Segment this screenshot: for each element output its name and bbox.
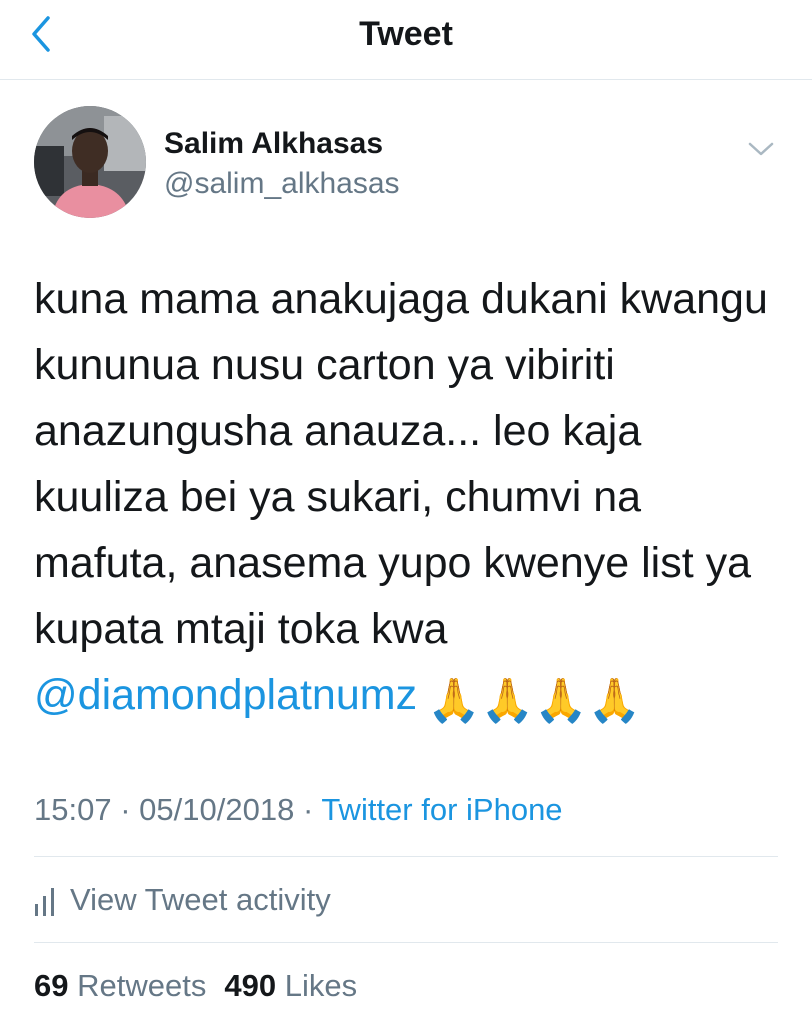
tweet-source-link[interactable]: Twitter for iPhone xyxy=(321,792,562,827)
avatar[interactable] xyxy=(34,106,146,218)
tweet-line: kupata mtaji toka kwa xyxy=(34,605,448,653)
tweet-meta: 15:07 · 05/10/2018 · Twitter for iPhone xyxy=(34,790,563,830)
tweet-line: kuna mama anakujaga dukani kwangu xyxy=(34,275,768,323)
page-title: Tweet xyxy=(359,15,453,53)
retweets-count: 69 xyxy=(34,968,69,1003)
divider xyxy=(34,856,778,857)
author-display-name[interactable]: Salim Alkhasas xyxy=(164,126,383,162)
tweet-line: kununua nusu carton ya vibiriti xyxy=(34,341,615,389)
bar-chart-icon xyxy=(35,888,54,916)
tweet-stats: 69 Retweets 490 Likes xyxy=(34,966,357,1006)
tweet-line: anazungusha anauza... leo kaja xyxy=(34,407,642,455)
likes-stat[interactable]: 490 Likes xyxy=(224,968,357,1003)
folded-hands-emoji: 🙏🙏🙏🙏 xyxy=(427,677,642,725)
likes-count: 490 xyxy=(224,968,277,1003)
tweet-author: Salim Alkhasas @salim_alkhasas xyxy=(34,106,778,218)
tweet-date: 05/10/2018 xyxy=(139,792,295,827)
tweet-text: kuna mama anakujaga dukani kwangu kununu… xyxy=(34,266,794,734)
tweet-options-button[interactable] xyxy=(744,132,778,166)
meta-separator: · xyxy=(120,792,131,827)
mention-link[interactable]: @diamondplatnumz xyxy=(34,671,417,719)
chevron-down-icon xyxy=(748,142,774,156)
nav-bar: Tweet xyxy=(0,0,812,80)
author-handle[interactable]: @salim_alkhasas xyxy=(164,166,400,202)
retweets-stat[interactable]: 69 Retweets xyxy=(34,968,206,1003)
activity-label: View Tweet activity xyxy=(70,882,331,917)
profile-photo xyxy=(34,106,146,218)
likes-label: Likes xyxy=(284,968,358,1003)
tweet-line: kuuliza bei ya sukari, chumvi na xyxy=(34,473,642,521)
tweet-time: 15:07 xyxy=(34,792,112,827)
tweet-line: mafuta, anasema yupo kwenye list ya xyxy=(34,539,752,587)
view-tweet-activity-button[interactable]: View Tweet activity xyxy=(34,878,331,922)
meta-separator: · xyxy=(302,792,314,827)
divider xyxy=(34,942,778,943)
retweets-label: Retweets xyxy=(77,968,207,1003)
